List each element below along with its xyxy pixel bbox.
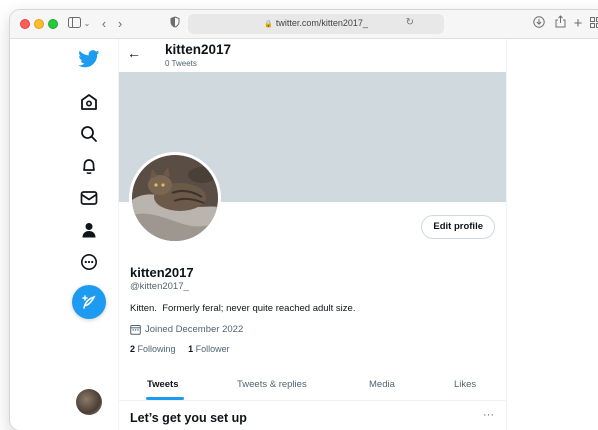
following-link[interactable]: 2 Following <box>130 344 176 354</box>
search-icon[interactable] <box>76 121 102 147</box>
minimize-window-button[interactable] <box>34 19 44 29</box>
forward-nav-icon[interactable]: › <box>114 15 126 33</box>
profile-joined: Joined December 2022 <box>130 324 243 335</box>
calendar-icon <box>130 325 141 335</box>
browser-toolbar: ⌄ ‹ › 🔒 twitter.com/kitten2017_ ↻ + <box>10 10 598 39</box>
privacy-shield-icon[interactable] <box>168 15 182 33</box>
profile-display-name: kitten2017 <box>130 265 194 280</box>
followers-label: Follower <box>195 344 230 354</box>
tab-tweets[interactable]: Tweets <box>147 379 179 390</box>
sidebar-toggle-icon[interactable] <box>66 15 82 33</box>
header-tweet-count: 0 Tweets <box>165 59 197 68</box>
tab-likes[interactable]: Likes <box>454 379 476 390</box>
url-text: twitter.com/kitten2017_ <box>275 18 368 28</box>
profile-person-icon[interactable] <box>76 217 102 243</box>
notifications-bell-icon[interactable] <box>76 153 102 179</box>
compose-tweet-icon <box>82 295 96 309</box>
close-window-button[interactable] <box>20 19 30 29</box>
header-display-name: kitten2017 <box>165 42 232 57</box>
reload-icon[interactable]: ↻ <box>406 17 414 28</box>
lock-icon: 🔒 <box>264 21 273 28</box>
followers-count: 1 <box>188 344 194 354</box>
profile-column: ← kitten2017 0 Tweets Edit profile kitte… <box>118 39 507 430</box>
edit-profile-button[interactable]: Edit profile <box>421 215 495 239</box>
profile-tabs: Tweets Tweets & replies Media Likes <box>119 369 506 401</box>
tab-tweets-replies[interactable]: Tweets & replies <box>237 379 307 390</box>
back-nav-icon[interactable]: ‹ <box>98 15 110 33</box>
follow-stats: 2 Following 1 Follower <box>130 344 230 354</box>
chevron-down-icon[interactable]: ⌄ <box>83 15 91 33</box>
account-avatar[interactable] <box>76 389 102 415</box>
active-tab-indicator <box>146 397 184 400</box>
messages-envelope-icon[interactable] <box>76 185 102 211</box>
tab-overview-icon[interactable] <box>588 15 598 33</box>
zoom-window-button[interactable] <box>48 19 58 29</box>
profile-header: ← kitten2017 0 Tweets <box>119 39 506 72</box>
profile-bio: Kitten. Formerly feral; never quite reac… <box>130 303 356 314</box>
tab-media[interactable]: Media <box>369 379 395 390</box>
more-options-icon[interactable]: ··· <box>483 409 494 421</box>
cat-photo <box>132 155 218 241</box>
back-arrow-icon[interactable]: ← <box>127 45 141 61</box>
new-tab-icon[interactable]: + <box>572 15 584 33</box>
following-label: Following <box>137 344 176 354</box>
setup-title: Let’s get you set up <box>130 411 247 425</box>
browser-window: ⌄ ‹ › 🔒 twitter.com/kitten2017_ ↻ + ← ki… <box>10 10 598 430</box>
joined-date: Joined December 2022 <box>145 324 244 335</box>
share-icon[interactable] <box>553 15 567 33</box>
followers-link[interactable]: 1 Follower <box>188 344 230 354</box>
following-count: 2 <box>130 344 136 354</box>
home-icon[interactable] <box>76 89 102 115</box>
downloads-icon[interactable] <box>532 15 546 33</box>
profile-handle: @kitten2017_ <box>130 281 189 292</box>
compose-tweet-button[interactable] <box>72 285 106 319</box>
twitter-logo-icon[interactable] <box>76 46 102 72</box>
profile-avatar[interactable] <box>129 152 221 244</box>
address-bar[interactable]: 🔒 twitter.com/kitten2017_ ↻ <box>188 14 444 34</box>
more-circle-icon[interactable] <box>76 249 102 275</box>
sidebar-nav <box>60 39 118 430</box>
